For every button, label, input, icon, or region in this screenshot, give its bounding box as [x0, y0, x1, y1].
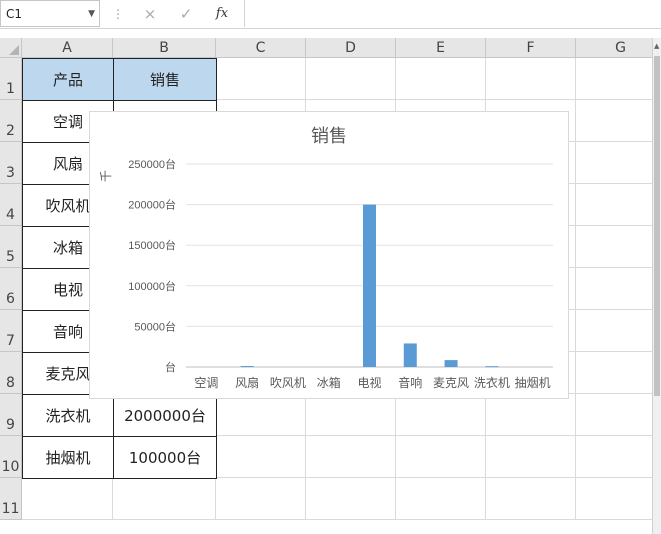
empty-cell[interactable] [576, 436, 661, 478]
x-tick-label: 风扇 [235, 375, 259, 390]
vertical-scrollbar[interactable]: ▲ [652, 38, 661, 534]
row-header-10[interactable]: 10 [0, 436, 22, 478]
empty-cell[interactable] [396, 436, 486, 478]
empty-cell[interactable] [396, 478, 486, 520]
product-cell[interactable]: 抽烟机 [22, 436, 114, 479]
empty-cell[interactable] [486, 436, 576, 478]
scroll-up-icon[interactable]: ▲ [654, 42, 659, 50]
row-header-7[interactable]: 7 [0, 310, 22, 352]
empty-cell[interactable] [486, 394, 576, 436]
bar[interactable] [444, 360, 458, 367]
product-cell[interactable]: 洗衣机 [22, 394, 114, 437]
row-header-4[interactable]: 4 [0, 184, 22, 226]
cancel-icon[interactable]: × [140, 4, 160, 24]
row-header-2[interactable]: 2 [0, 100, 22, 142]
x-tick-label: 洗衣机 [474, 375, 510, 390]
x-tick-label: 抽烟机 [515, 376, 551, 390]
empty-cell[interactable] [576, 226, 661, 268]
column-header-c[interactable]: C [216, 38, 306, 58]
x-tick-label: 电视 [357, 375, 381, 390]
formula-bar: C1 ▼ ⋮ × ✓ fx [0, 0, 661, 29]
insert-function-icon[interactable]: fx [212, 4, 232, 24]
y-tick-label: 100000台 [128, 279, 176, 293]
name-box[interactable]: C1 ▼ [0, 0, 100, 27]
empty-cell[interactable] [576, 394, 661, 436]
chart-plot: 台 50000台 100000台 150000台 200000台 250000台千空调 风扇… [99, 157, 553, 390]
sales-cell[interactable]: 2000000台 [113, 394, 217, 437]
empty-cell[interactable] [486, 478, 576, 520]
row-header-6[interactable]: 6 [0, 268, 22, 310]
empty-cell[interactable] [576, 268, 661, 310]
empty-cell[interactable] [396, 394, 486, 436]
row-header-5[interactable]: 5 [0, 226, 22, 268]
empty-cell[interactable] [576, 142, 661, 184]
empty-cell[interactable] [216, 436, 306, 478]
empty-cell[interactable] [486, 58, 576, 100]
row-header-9[interactable]: 9 [0, 394, 22, 436]
y-tick-label: 50000台 [134, 319, 176, 333]
empty-cell[interactable] [576, 100, 661, 142]
column-header-a[interactable]: A [22, 38, 113, 58]
empty-cell[interactable] [576, 184, 661, 226]
row-header-1[interactable]: 1 [0, 58, 22, 100]
empty-cell[interactable] [306, 58, 396, 100]
header-cell-sales[interactable]: 销售 [113, 58, 217, 101]
chevron-down-icon[interactable]: ▼ [88, 1, 95, 27]
row-header-11[interactable]: 11 [0, 478, 22, 520]
scrollbar-thumb[interactable] [654, 56, 660, 396]
column-header-d[interactable]: D [306, 38, 396, 58]
y-tick-label: 台 [165, 360, 176, 374]
empty-cell[interactable] [306, 394, 396, 436]
x-tick-label: 空调 [194, 376, 218, 390]
empty-cell[interactable] [216, 478, 306, 520]
column-header-e[interactable]: E [396, 38, 486, 58]
empty-cell[interactable] [306, 478, 396, 520]
x-tick-label: 音响 [398, 375, 422, 390]
row-header-8[interactable]: 8 [0, 352, 22, 394]
empty-cell[interactable] [22, 478, 113, 520]
empty-cell[interactable] [306, 436, 396, 478]
empty-cell[interactable] [576, 478, 661, 520]
enter-icon[interactable]: ✓ [176, 4, 196, 24]
empty-cell[interactable] [216, 58, 306, 100]
sales-cell[interactable]: 100000台 [113, 436, 217, 479]
bar[interactable] [363, 204, 376, 367]
sales-chart[interactable]: 销售 台 50000台 100000台 150000台 200000台 250000台千空… [89, 111, 569, 399]
drag-handle-icon[interactable]: ⋮ [112, 5, 124, 23]
x-tick-label: 冰箱 [317, 375, 341, 390]
y-axis-label: 千 [99, 170, 113, 182]
header-cell-product[interactable]: 产品 [22, 58, 114, 101]
y-tick-label: 250000台 [128, 157, 176, 171]
select-all-button[interactable] [0, 38, 22, 58]
column-header-b[interactable]: B [113, 38, 216, 58]
empty-cell[interactable] [396, 58, 486, 100]
column-header-g[interactable]: G [576, 38, 661, 58]
x-tick-label: 麦克风 [433, 376, 469, 390]
row-header-3[interactable]: 3 [0, 142, 22, 184]
x-tick-label: 吹风机 [270, 376, 306, 390]
y-tick-label: 200000台 [128, 198, 176, 212]
empty-cell[interactable] [576, 58, 661, 100]
y-tick-label: 150000台 [128, 238, 176, 252]
formula-input[interactable] [244, 0, 661, 27]
column-header-f[interactable]: F [486, 38, 576, 58]
bar[interactable] [403, 343, 417, 367]
empty-cell[interactable] [576, 310, 661, 352]
bar[interactable] [485, 366, 499, 368]
empty-cell[interactable] [576, 352, 661, 394]
empty-cell[interactable] [113, 478, 216, 520]
bar[interactable] [240, 366, 254, 368]
name-box-value: C1 [6, 7, 23, 21]
empty-cell[interactable] [216, 394, 306, 436]
